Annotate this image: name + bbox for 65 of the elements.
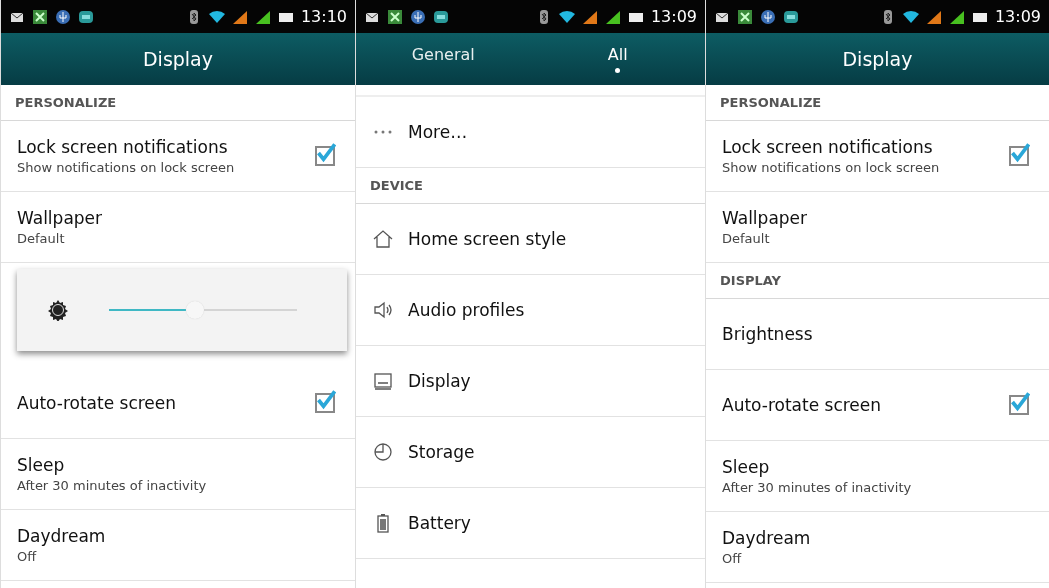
more-icon [372, 129, 394, 135]
clock-time: 13:10 [300, 7, 347, 26]
item-title: Display [408, 371, 472, 391]
item-subtitle: Default [722, 231, 771, 246]
signal-icon [948, 8, 965, 25]
item-title: Brightness [722, 324, 814, 344]
item-title: More… [408, 122, 469, 142]
item-title: Auto-rotate screen [17, 393, 178, 413]
screen-title: Display [142, 48, 213, 70]
section-header: DEVICE [356, 168, 705, 204]
settings-item[interactable]: Sleep After 30 minutes of inactivity [706, 441, 1049, 512]
checkbox[interactable] [315, 393, 335, 413]
settings-item[interactable]: Daydream Off [706, 512, 1049, 583]
item-subtitle: After 30 minutes of inactivity [722, 480, 913, 495]
item-title: Lock screen notifications [17, 137, 229, 157]
pie-chart-icon [372, 441, 394, 463]
checkbox[interactable] [1009, 146, 1029, 166]
signal-icon [925, 8, 942, 25]
tab[interactable]: All [530, 33, 705, 85]
wifi-icon [558, 8, 575, 25]
settings-item[interactable]: Wallpaper Default [706, 192, 1049, 263]
item-title: Home screen style [408, 229, 568, 249]
item-title: Sleep [17, 455, 66, 475]
item-subtitle: Off [17, 549, 38, 564]
settings-item[interactable]: Brightness [706, 299, 1049, 370]
screen-title: Display [842, 48, 913, 70]
speaker-icon [372, 299, 394, 321]
item-title: Wallpaper [722, 208, 809, 228]
signal-icon [604, 8, 621, 25]
item-subtitle: Default [17, 231, 66, 246]
display-icon [372, 370, 394, 392]
signal-icon [254, 8, 271, 25]
home-icon [372, 228, 394, 250]
item-subtitle: Show notifications on lock screen [17, 160, 236, 175]
wifi-icon [208, 8, 225, 25]
wifi-icon [902, 8, 919, 25]
signal-icon [231, 8, 248, 25]
item-title: Storage [408, 442, 476, 462]
usb-icon [55, 8, 71, 25]
clock-time: 13:09 [994, 7, 1041, 26]
item-title: Sleep [722, 457, 771, 477]
section-header: DISPLAY [706, 263, 1049, 299]
settings-item[interactable]: Auto-rotate screen [706, 370, 1049, 441]
section-header: PERSONALIZE [1, 85, 355, 121]
usb-icon [410, 8, 426, 25]
clock-time: 13:09 [650, 7, 697, 26]
item-title: Wallpaper [17, 208, 104, 228]
item-title: Daydream [722, 528, 812, 548]
checkbox[interactable] [315, 146, 335, 166]
item-subtitle: After 30 minutes of inactivity [17, 478, 208, 493]
slider-thumb[interactable] [186, 301, 205, 319]
sun-icon [47, 299, 69, 321]
checkbox[interactable] [1009, 395, 1029, 415]
item-title: Battery [408, 513, 472, 533]
item-title: Lock screen notifications [722, 137, 934, 157]
signal-icon [581, 8, 598, 25]
usb-icon [760, 8, 776, 25]
item-subtitle: Show notifications on lock screen [722, 160, 941, 175]
item-subtitle: Off [722, 551, 743, 566]
section-header: PERSONALIZE [706, 85, 1049, 121]
item-title: Auto-rotate screen [722, 395, 883, 415]
item-title: Daydream [17, 526, 107, 546]
settings-item[interactable]: Lock screen notifications Show notifications on lock screen [706, 121, 1049, 192]
tab[interactable]: General [356, 33, 531, 85]
item-title: Audio profiles [408, 300, 526, 320]
